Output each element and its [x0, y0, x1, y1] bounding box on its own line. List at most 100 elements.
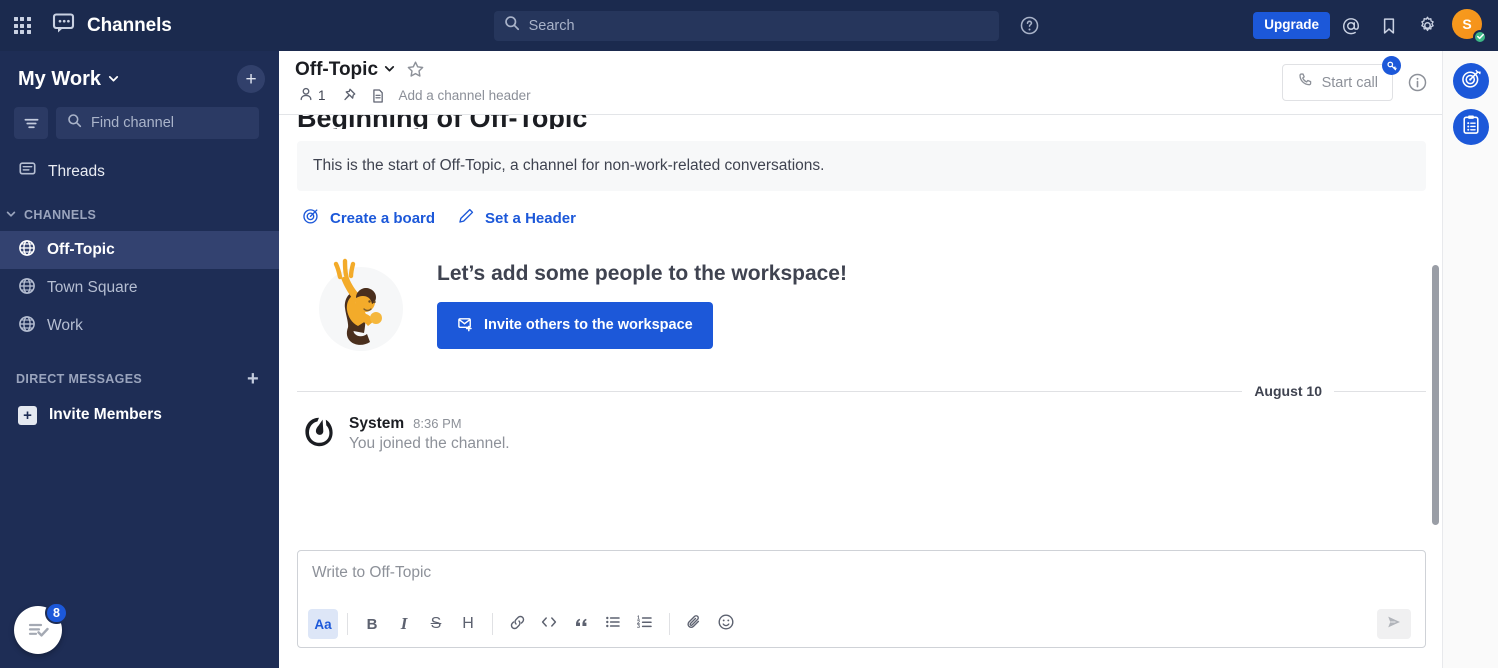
code-button[interactable] — [534, 609, 564, 639]
date-separator: August 10 — [297, 383, 1426, 399]
heading-button[interactable]: H — [453, 609, 483, 639]
global-header-center: Search — [280, 10, 1253, 41]
date-separator-label: August 10 — [1254, 383, 1322, 400]
at-mention-icon[interactable] — [1334, 9, 1368, 43]
message-list[interactable]: Beginning of Off-Topic This is the start… — [279, 115, 1442, 550]
invite-people-prompt: Let’s add some people to the workspace! — [297, 251, 1426, 359]
channel-members-button[interactable]: 1 — [295, 84, 332, 107]
scrollbar-thumb[interactable] — [1432, 265, 1439, 525]
strikethrough-button[interactable]: S — [421, 609, 451, 639]
add-channel-button[interactable]: + — [237, 65, 265, 93]
link-icon — [509, 614, 526, 635]
chevron-down-icon — [107, 68, 120, 91]
online-check-icon — [1473, 29, 1487, 44]
message-body: System 8:36 PM You joined the channel. — [349, 415, 510, 453]
globe-icon — [18, 315, 36, 338]
sidebar-item-label: Invite Members — [49, 406, 162, 423]
app-bar — [1442, 51, 1498, 668]
onboarding-tasks-button[interactable]: 8 — [14, 602, 68, 654]
team-name-label: My Work — [18, 67, 101, 90]
board-target-icon — [302, 207, 320, 229]
composer-area: Write to Off-Topic Aa B I S H 1 2 3 — [279, 550, 1442, 668]
mattermost-app: Channels Search Upgrade S My Work + Find… — [0, 0, 1498, 668]
find-channel-input[interactable]: Find channel — [56, 107, 259, 139]
avatar[interactable]: S — [1452, 8, 1487, 44]
globe-icon — [18, 239, 36, 262]
upgrade-button[interactable]: Upgrade — [1253, 12, 1330, 39]
sidebar-item-off-topic[interactable]: Off-Topic — [0, 231, 279, 269]
message-composer: Write to Off-Topic Aa B I S H 1 2 3 — [297, 550, 1426, 648]
star-outline-icon[interactable] — [404, 58, 427, 81]
add-channel-header-button[interactable]: Add a channel header — [394, 86, 536, 105]
sidebar-item-label: Threads — [48, 163, 105, 180]
message-text: You joined the channel. — [349, 435, 510, 453]
start-call-button[interactable]: Start call — [1281, 56, 1401, 101]
gear-icon[interactable] — [1410, 9, 1444, 43]
sidebar-category-direct-messages[interactable]: DIRECT MESSAGES + — [0, 363, 279, 395]
sidebar-item-town-square[interactable]: Town Square — [0, 269, 279, 307]
playbooks-button[interactable] — [1452, 63, 1489, 99]
message-author[interactable]: System — [349, 415, 404, 433]
numbered-list-icon: 1 2 3 — [636, 613, 654, 635]
numbered-list-button[interactable]: 1 2 3 — [630, 609, 660, 639]
channel-name-dropdown[interactable]: Off-Topic — [295, 59, 396, 81]
quote-button[interactable] — [566, 609, 596, 639]
search-placeholder: Search — [528, 17, 575, 34]
invite-prompt-texts: Let’s add some people to the workspace! — [437, 262, 847, 349]
intro-action-label: Create a board — [330, 209, 436, 227]
intro-action-label: Set a Header — [485, 209, 576, 227]
app-body: My Work + Find channel Threads CHANNELS … — [0, 51, 1498, 668]
paperclip-icon — [685, 613, 703, 635]
boards-button[interactable] — [1452, 109, 1489, 145]
add-direct-message-button[interactable]: + — [247, 369, 259, 389]
app-grid-icon[interactable] — [8, 12, 36, 40]
channel-subheader: 1 Add a channel header — [295, 84, 536, 107]
sidebar-category-channels[interactable]: CHANNELS — [0, 199, 279, 231]
set-a-header-button[interactable]: Set a Header — [457, 207, 576, 229]
formatting-toggle[interactable]: Aa — [308, 609, 338, 639]
bold-button[interactable]: B — [357, 609, 387, 639]
emoji-button[interactable] — [711, 609, 741, 639]
clipboard-checklist-icon — [1460, 114, 1482, 141]
sidebar-category-label: CHANNELS — [24, 208, 97, 222]
pencil-icon — [457, 207, 475, 229]
message-list-scrollbar[interactable] — [1431, 115, 1439, 550]
file-text-icon[interactable] — [365, 85, 391, 107]
link-button[interactable] — [502, 609, 532, 639]
mattermost-logo-icon — [301, 415, 337, 451]
sidebar-item-work[interactable]: Work — [0, 307, 279, 345]
message-input[interactable]: Write to Off-Topic — [298, 551, 1425, 603]
globe-icon — [18, 277, 36, 300]
threads-icon — [18, 160, 37, 184]
send-plane-icon — [1385, 613, 1403, 636]
italic-button[interactable]: I — [389, 609, 419, 639]
team-header: My Work + — [0, 51, 279, 107]
global-header-right: Upgrade S — [1253, 8, 1487, 44]
sidebar-item-invite-members[interactable]: + Invite Members — [0, 395, 279, 435]
search-icon — [504, 15, 520, 36]
channel-intro-actions: Create a board Set a Header — [297, 207, 1426, 229]
info-circle-icon[interactable] — [1407, 72, 1428, 93]
bulleted-list-button[interactable] — [598, 609, 628, 639]
channel-intro-heading: Beginning of Off-Topic — [297, 115, 1426, 129]
filter-icon[interactable] — [14, 107, 48, 139]
global-header-left: Channels — [8, 9, 280, 42]
attach-button[interactable] — [679, 609, 709, 639]
pin-icon[interactable] — [335, 84, 362, 107]
sidebar-category-label: DIRECT MESSAGES — [16, 372, 143, 386]
create-a-board-button[interactable]: Create a board — [302, 207, 435, 229]
message-timestamp[interactable]: 8:36 PM — [413, 416, 461, 431]
product-menu-button[interactable]: Channels — [46, 9, 178, 42]
phone-icon — [1297, 72, 1314, 93]
sidebar-item-threads[interactable]: Threads — [0, 153, 279, 191]
channel-title-block: Off-Topic 1 Add a channel header — [295, 58, 536, 107]
send-button[interactable] — [1377, 609, 1411, 639]
chevron-down-icon — [4, 207, 18, 224]
message-post[interactable]: System 8:36 PM You joined the channel. — [297, 413, 1426, 457]
bookmark-flag-icon[interactable] — [1372, 9, 1406, 43]
help-circle-icon[interactable] — [1019, 15, 1040, 36]
search-input[interactable]: Search — [493, 10, 999, 41]
invite-others-button[interactable]: Invite others to the workspace — [437, 301, 713, 349]
team-menu-button[interactable]: My Work — [18, 68, 120, 91]
member-count: 1 — [318, 88, 326, 103]
